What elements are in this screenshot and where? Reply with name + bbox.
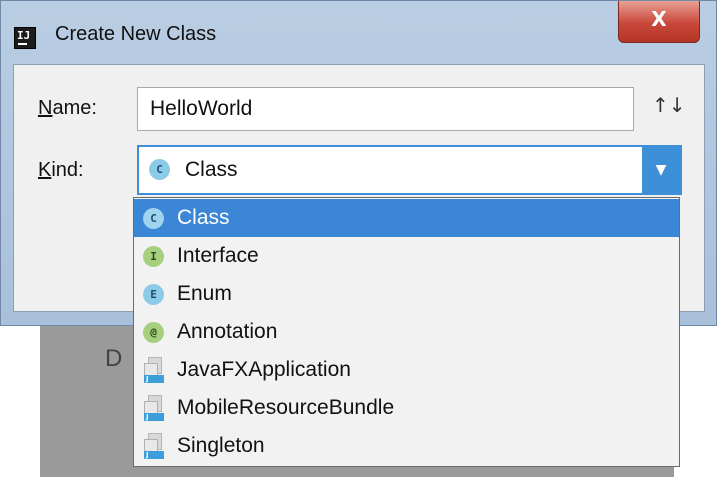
list-item-mobileresourcebundle[interactable]: J MobileResourceBundle [134,389,679,427]
java-file-icon: J [144,433,164,459]
list-item-class[interactable]: C Class [134,199,679,237]
list-item-label: JavaFXApplication [177,358,351,381]
kind-label: Kind: [38,159,84,182]
list-item-label: Interface [177,244,259,267]
background-partial-text: D [105,345,123,372]
chevron-down-icon[interactable]: ▼ [642,147,680,193]
list-item-label: Annotation [177,320,278,343]
list-item-javafxapplication[interactable]: J JavaFXApplication [134,351,679,389]
class-icon: C [149,159,170,180]
list-item-interface[interactable]: I Interface [134,237,679,275]
list-item-annotation[interactable]: @ Annotation [134,313,679,351]
list-item-label: Singleton [177,434,265,457]
name-label-mnemonic: N [38,97,53,119]
java-file-icon: J [144,395,164,421]
dialog-title: Create New Class [55,23,217,45]
list-item-singleton[interactable]: J Singleton [134,427,679,465]
kind-dropdown-list: C Class I Interface E Enum @ Annotation … [133,197,680,467]
java-file-icon: J [144,357,164,383]
name-input[interactable] [137,87,634,131]
kind-label-text: ind: [51,159,84,181]
enum-icon: E [143,284,164,305]
list-item-label: MobileResourceBundle [177,396,395,419]
interface-icon: I [143,246,164,267]
kind-selected-value: Class [185,158,238,181]
name-label-text: ame: [52,97,97,119]
name-label: Name: [38,97,97,120]
intellij-logo-icon: IJ [14,27,36,49]
list-item-label: Enum [177,282,232,305]
sort-order-icon[interactable]: ↑↓ [652,93,686,117]
class-icon: C [143,208,164,229]
title-bar[interactable]: IJ Create New Class [1,1,716,63]
kind-label-mnemonic: K [38,159,52,181]
close-button[interactable]: X [618,1,700,43]
list-item-label: Class [177,206,230,229]
annotation-icon: @ [143,322,164,343]
list-item-enum[interactable]: E Enum [134,275,679,313]
kind-dropdown[interactable]: C Class ▼ [137,145,682,195]
